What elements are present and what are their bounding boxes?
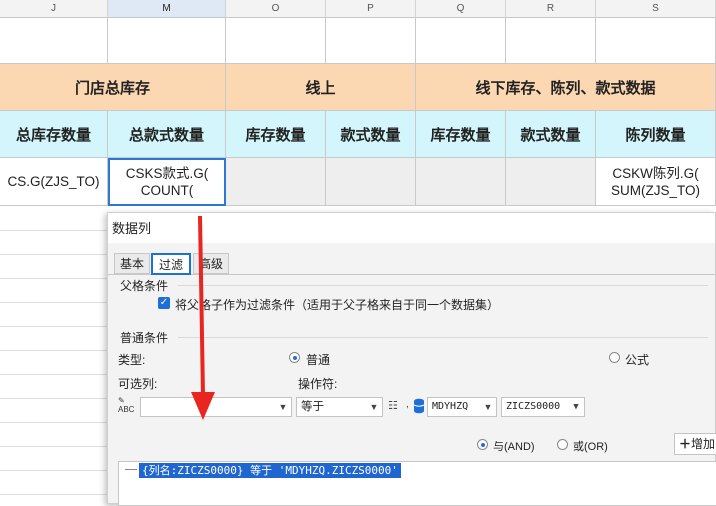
empty-cell[interactable] (108, 18, 226, 64)
grid-line (0, 374, 108, 375)
operator-value: 等于 (301, 401, 324, 413)
column-header-p[interactable]: P (326, 0, 416, 18)
empty-cell[interactable] (326, 158, 416, 206)
empty-cell[interactable] (506, 18, 596, 64)
operator-label: 操作符: (298, 377, 338, 391)
cell-s-formula[interactable]: CSKW陈列.G( SUM(ZJS_TO) (596, 158, 716, 206)
empty-cell[interactable] (416, 18, 506, 64)
parent-filter-label: 将父格子作为过滤条件（适用于父子格来自于同一个数据集） (175, 298, 500, 312)
grid-line (0, 446, 108, 447)
header-offline-stock-qty[interactable]: 库存数量 (416, 111, 506, 158)
dataset-value: MDYHZQ (432, 401, 469, 412)
empty-cell[interactable] (226, 158, 326, 206)
grid-line (0, 470, 108, 471)
normal-condition-section: 普通条件 (120, 331, 169, 345)
empty-cell[interactable] (416, 158, 506, 206)
empty-cell[interactable] (506, 158, 596, 206)
grid-line (0, 398, 108, 399)
chevron-down-icon: ▼ (278, 402, 288, 412)
empty-cell[interactable] (326, 18, 416, 64)
header-offline-style-qty[interactable]: 款式数量 (506, 111, 596, 158)
parent-condition-section: 父格条件 (120, 279, 169, 293)
header-offline[interactable]: 线下库存、陈列、款式数据 (416, 64, 716, 111)
red-arrow-annotation (191, 216, 215, 420)
grid-line (0, 254, 108, 255)
type-normal-label: 普通 (306, 353, 331, 367)
cell-m-line1: CSKS款式.G( (125, 166, 209, 181)
header-store-total-inventory[interactable]: 门店总库存 (0, 64, 226, 111)
column-header-m[interactable]: M (108, 0, 226, 18)
operator-select[interactable]: 等于 ▼ (296, 397, 383, 417)
column-header-o[interactable]: O (226, 0, 326, 18)
tab-basic[interactable]: 基本 (114, 253, 150, 274)
add-button-label: 增加 (691, 437, 716, 451)
plus-icon: ＋ (679, 437, 692, 451)
chevron-down-icon: ▼ (573, 402, 579, 412)
tab-filter[interactable]: 过滤 (151, 253, 191, 275)
type-label: 类型: (118, 353, 146, 367)
type-normal-radio[interactable] (289, 352, 300, 363)
logic-and-radio[interactable] (477, 439, 488, 450)
logic-or-label: 或(OR) (573, 441, 608, 453)
column-header-r[interactable]: R (506, 0, 596, 18)
database-icon (413, 398, 425, 414)
grid-line (0, 230, 108, 231)
tree-connector-icon (125, 469, 137, 470)
grid-line (0, 422, 108, 423)
type-formula-label: 公式 (625, 353, 650, 367)
grid-line (0, 326, 108, 327)
empty-cell[interactable] (0, 18, 108, 64)
column-header-q[interactable]: Q (416, 0, 506, 18)
header-total-style-qty[interactable]: 总款式数量 (108, 111, 226, 158)
grid-line (0, 278, 108, 279)
empty-cell[interactable] (226, 18, 326, 64)
comma-separator: , (406, 399, 409, 410)
optional-column-label: 可选列: (118, 377, 158, 391)
column-list-icon[interactable]: ☷ (388, 399, 404, 413)
cell-j-formula[interactable]: CS.G(ZJS_TO) (0, 158, 108, 206)
chevron-down-icon: ▼ (483, 402, 493, 412)
header-display-qty[interactable]: 陈列数量 (596, 111, 716, 158)
header-online-stock-qty[interactable]: 库存数量 (226, 111, 326, 158)
column-header-s[interactable]: S (596, 0, 716, 18)
abc-column-icon[interactable]: ✎ ABC (118, 396, 140, 416)
logic-and-label: 与(AND) (493, 441, 535, 453)
grid-line (0, 350, 108, 351)
column-value: ZICZS0000 (506, 401, 561, 412)
logic-or-radio[interactable] (557, 439, 568, 450)
column-select[interactable]: ZICZS0000 ▼ (501, 397, 585, 417)
dataset-dropdown[interactable]: ▼ (479, 397, 497, 417)
parent-filter-checkbox[interactable]: ✓ (158, 297, 170, 309)
chevron-down-icon: ▼ (369, 402, 379, 412)
cell-m-formula-selected[interactable]: CSKS款式.G( COUNT( (108, 158, 226, 206)
cell-s-line2: SUM(ZJS_TO) (610, 182, 700, 198)
header-online[interactable]: 线上 (226, 64, 416, 111)
cell-m-line2: COUNT( (140, 183, 194, 198)
empty-cell[interactable] (596, 18, 716, 64)
type-formula-radio[interactable] (609, 352, 620, 363)
cell-s-line1: CSKW陈列.G( (612, 165, 699, 181)
add-condition-button[interactable]: ＋增加 (674, 433, 716, 455)
grid-line (0, 302, 108, 303)
condition-item[interactable]: {列名:ZICZS0000} 等于 'MDYHZQ.ZICZS0000' (139, 463, 401, 478)
column-header-j[interactable]: J (0, 0, 108, 18)
grid-line (0, 494, 108, 495)
header-total-stock-qty[interactable]: 总库存数量 (0, 111, 108, 158)
condition-list[interactable]: {列名:ZICZS0000} 等于 'MDYHZQ.ZICZS0000' (118, 461, 716, 506)
section-divider (178, 337, 708, 338)
section-divider (178, 285, 708, 286)
header-online-style-qty[interactable]: 款式数量 (326, 111, 416, 158)
